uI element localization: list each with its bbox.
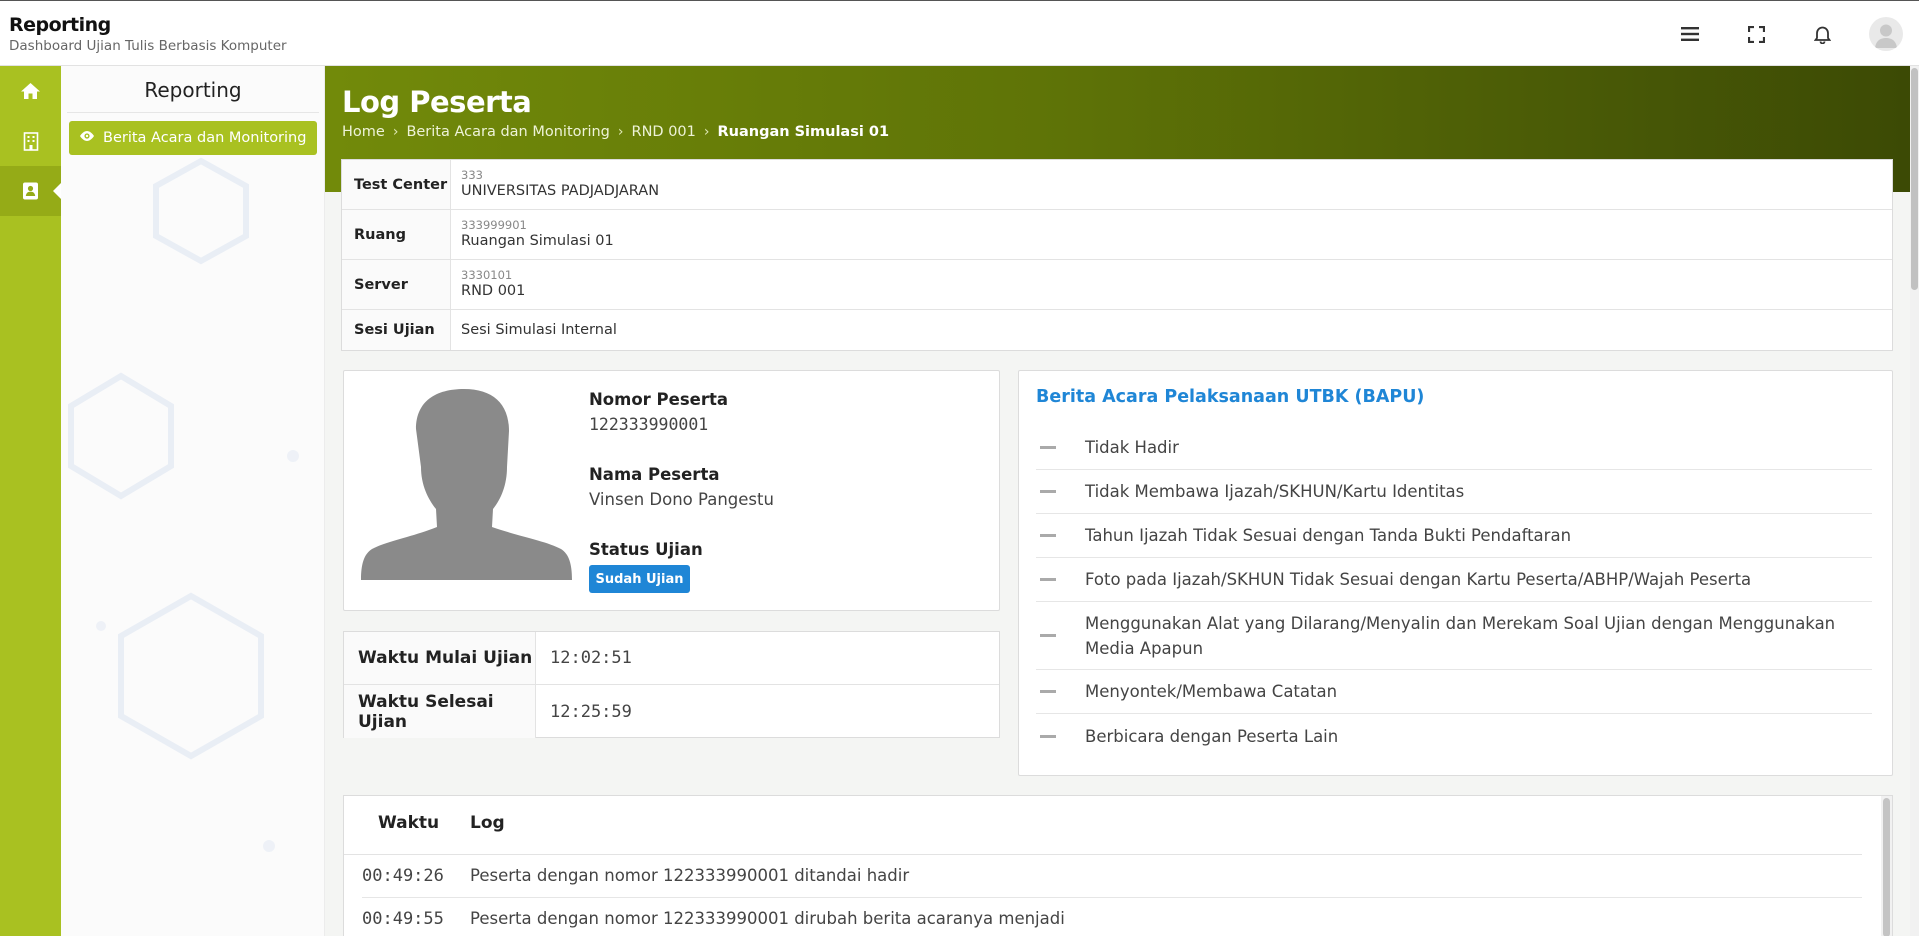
bapu-item: Berbicara dengan Peserta Lain <box>1036 714 1872 758</box>
info-row-server: Server 3330101 RND 001 <box>342 260 1892 310</box>
info-code: 3330101 <box>461 268 513 282</box>
report-icon[interactable] <box>0 166 61 216</box>
time-value: 12:02:51 <box>550 648 632 668</box>
dash-icon <box>1040 578 1056 581</box>
time-row-start: Waktu Mulai Ujian 12:02:51 <box>344 632 999 685</box>
top-header: Reporting Dashboard Ujian Tulis Berbasis… <box>0 0 1919 66</box>
info-name: RND 001 <box>461 283 526 299</box>
sidebar-item-label: Berita Acara dan Monitoring <box>103 130 307 146</box>
hexagon-background <box>68 157 299 852</box>
bapu-item-label: Menggunakan Alat yang Dilarang/Menyalin … <box>1085 613 1836 658</box>
page-title: Log Peserta <box>342 85 532 119</box>
avatar[interactable] <box>1869 17 1903 51</box>
log-time: 00:49:26 <box>362 866 444 886</box>
info-label: Sesi Ujian <box>342 310 451 350</box>
info-row-sesi: Sesi Ujian Sesi Simulasi Internal <box>342 310 1892 350</box>
time-label: Waktu Selesai Ujian <box>344 685 536 738</box>
dash-icon <box>1040 490 1056 493</box>
sidebar: Reporting Berita Acara dan Monitoring <box>61 66 325 936</box>
info-name: UNIVERSITAS PADJADJARAN <box>461 183 660 199</box>
bapu-item-label: Foto pada Ijazah/SKHUN Tidak Sesuai deng… <box>1085 570 1752 589</box>
log-message: Peserta dengan nomor 122333990001 diruba… <box>470 909 1065 928</box>
sidebar-item-berita-acara[interactable]: Berita Acara dan Monitoring <box>69 121 317 155</box>
time-label: Waktu Mulai Ujian <box>344 632 536 684</box>
info-code: 333 <box>461 168 483 182</box>
chevron-right-icon: › <box>617 124 624 140</box>
menu-icon[interactable] <box>1678 22 1702 46</box>
participant-photo <box>361 389 572 580</box>
chevron-right-icon: › <box>703 124 710 140</box>
bapu-item: Menggunakan Alat yang Dilarang/Menyalin … <box>1036 602 1872 670</box>
exam-status-label: Status Ujian <box>589 540 703 559</box>
page-scrollbar[interactable] <box>1910 66 1919 936</box>
eye-icon <box>79 130 95 146</box>
dash-icon <box>1040 734 1056 738</box>
info-name: Sesi Simulasi Internal <box>461 322 617 338</box>
scrollbar-thumb[interactable] <box>1883 798 1890 936</box>
dash-icon <box>1040 634 1056 637</box>
breadcrumb-current: Ruangan Simulasi 01 <box>717 124 890 140</box>
icon-rail <box>0 66 61 936</box>
time-value: 12:25:59 <box>550 701 632 722</box>
log-time: 00:49:55 <box>362 909 444 929</box>
dash-icon <box>1040 690 1056 693</box>
participant-name-label: Nama Peserta <box>589 465 720 484</box>
log-message: Peserta dengan nomor 122333990001 ditand… <box>470 866 910 885</box>
fullscreen-icon[interactable] <box>1744 22 1768 46</box>
bapu-item-label: Tidak Hadir <box>1085 438 1179 457</box>
time-row-end: Waktu Selesai Ujian 12:25:59 <box>344 685 999 738</box>
bapu-item: Tidak Hadir <box>1036 426 1872 470</box>
sidebar-title: Reporting <box>144 78 242 102</box>
info-label: Test Center <box>342 160 451 209</box>
bell-icon[interactable] <box>1810 22 1834 46</box>
app-title: Reporting <box>9 14 111 36</box>
bapu-item-label: Tahun Ijazah Tidak Sesuai dengan Tanda B… <box>1085 526 1572 545</box>
chevron-right-icon: › <box>392 124 399 140</box>
log-card: Waktu Log 00:49:26 Peserta dengan nomor … <box>343 795 1893 936</box>
exam-info-table: Test Center 333 UNIVERSITAS PADJADJARAN … <box>341 159 1893 351</box>
info-code: 333999901 <box>461 218 527 232</box>
bapu-title: Berita Acara Pelaksanaan UTBK (BAPU) <box>1036 387 1425 407</box>
breadcrumb: Home › Berita Acara dan Monitoring › RND… <box>342 124 889 140</box>
log-scrollbar[interactable] <box>1881 796 1892 936</box>
log-table-header: Waktu Log <box>344 796 1862 855</box>
dash-icon <box>1040 446 1056 449</box>
building-icon[interactable] <box>0 116 61 166</box>
info-label: Ruang <box>342 210 451 259</box>
column-header-waktu: Waktu <box>378 813 440 833</box>
bapu-item: Tahun Ijazah Tidak Sesuai dengan Tanda B… <box>1036 514 1872 558</box>
info-label: Server <box>342 260 451 309</box>
bapu-item-label: Tidak Membawa Ijazah/SKHUN/Kartu Identit… <box>1085 482 1465 501</box>
info-row-test-center: Test Center 333 UNIVERSITAS PADJADJARAN <box>342 160 1892 210</box>
scrollbar-thumb[interactable] <box>1911 68 1918 290</box>
sidebar-divider <box>67 112 319 113</box>
participant-name: Vinsen Dono Pangestu <box>589 490 774 509</box>
bapu-item: Menyontek/Membawa Catatan <box>1036 670 1872 714</box>
breadcrumb-server[interactable]: RND 001 <box>632 124 696 140</box>
participant-number: 122333990001 <box>589 415 709 434</box>
status-badge: Sudah Ujian <box>589 565 690 593</box>
app-subtitle: Dashboard Ujian Tulis Berbasis Komputer <box>9 38 287 54</box>
dash-icon <box>1040 534 1056 537</box>
breadcrumb-home[interactable]: Home <box>342 124 385 140</box>
table-row: 00:49:26 Peserta dengan nomor 1223339900… <box>362 855 1862 898</box>
info-name: Ruangan Simulasi 01 <box>461 233 614 249</box>
bapu-item: Foto pada Ijazah/SKHUN Tidak Sesuai deng… <box>1036 558 1872 602</box>
participant-number-label: Nomor Peserta <box>589 390 729 409</box>
bapu-item: Tidak Membawa Ijazah/SKHUN/Kartu Identit… <box>1036 470 1872 514</box>
bapu-item-label: Menyontek/Membawa Catatan <box>1085 682 1338 701</box>
table-row: 00:49:55 Peserta dengan nomor 1223339900… <box>362 898 1862 936</box>
bapu-item-label: Berbicara dengan Peserta Lain <box>1085 726 1339 746</box>
home-icon[interactable] <box>0 66 61 116</box>
exam-time-table: Waktu Mulai Ujian 12:02:51 Waktu Selesai… <box>343 631 1000 738</box>
info-row-ruang: Ruang 333999901 Ruangan Simulasi 01 <box>342 210 1892 260</box>
breadcrumb-berita-acara[interactable]: Berita Acara dan Monitoring <box>406 124 609 140</box>
column-header-log: Log <box>470 813 505 833</box>
